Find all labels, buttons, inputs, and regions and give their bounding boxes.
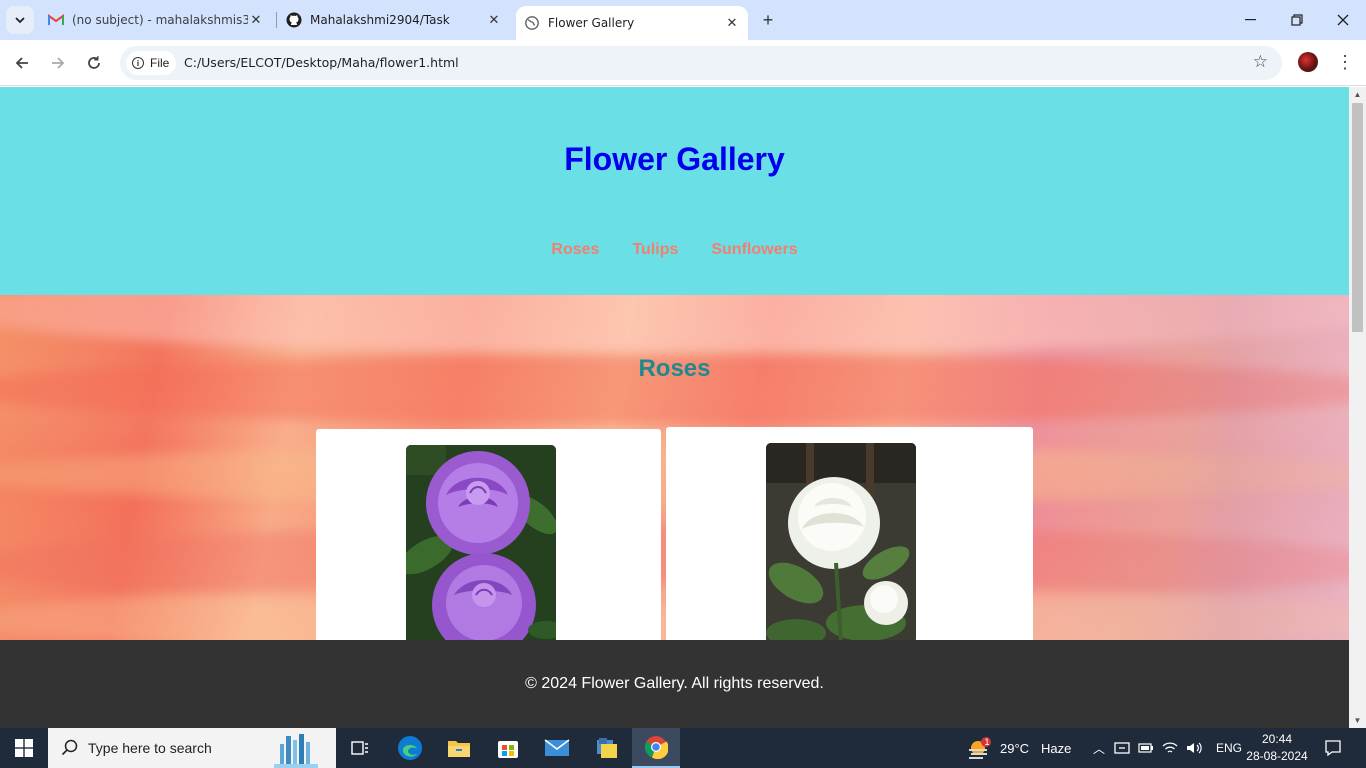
minimize-button[interactable]	[1228, 0, 1274, 40]
address-bar[interactable]: i File C:/Users/ELCOT/Desktop/Maha/flowe…	[120, 46, 1282, 80]
reload-icon	[88, 56, 100, 69]
site-header: Flower Gallery Roses Tulips Sunflowers	[0, 87, 1349, 295]
start-button[interactable]	[0, 728, 48, 768]
tab-search-button[interactable]	[6, 6, 34, 34]
bookmark-star-icon[interactable]: ☆	[1253, 52, 1268, 72]
city-skyline-icon	[274, 734, 318, 768]
background-texture	[0, 295, 260, 640]
scroll-down-icon[interactable]: ▼	[1353, 716, 1362, 725]
url-text[interactable]: C:/Users/ELCOT/Desktop/Maha/flower1.html	[184, 55, 459, 70]
arrow-left-icon	[15, 57, 28, 69]
clock-time: 20:44	[1261, 732, 1293, 746]
notification-center-button[interactable]	[1312, 728, 1354, 768]
mail-icon	[544, 739, 570, 756]
weather-temp: 29°C	[1000, 740, 1030, 756]
weather-condition: Haze	[1041, 740, 1072, 756]
edge-icon	[398, 736, 422, 760]
meet-now-icon[interactable]	[1114, 740, 1130, 756]
close-tab-icon[interactable]: ✕	[248, 12, 264, 28]
weather-badge: 1	[984, 737, 990, 747]
file-explorer-button[interactable]	[435, 728, 483, 768]
plus-icon: +	[762, 9, 774, 30]
nav-link-sunflowers[interactable]: Sunflowers	[711, 241, 797, 259]
windows-logo-icon	[15, 739, 33, 757]
close-window-button[interactable]	[1320, 0, 1366, 40]
chevron-down-icon	[15, 17, 25, 24]
new-tab-button[interactable]: +	[758, 10, 778, 30]
back-button[interactable]	[8, 49, 36, 77]
chrome-taskbar-button[interactable]	[632, 728, 680, 768]
mail-button[interactable]	[533, 728, 581, 768]
tab-title: Mahalakshmi2904/Task	[310, 13, 450, 27]
store-button[interactable]	[484, 728, 532, 768]
notification-icon	[1325, 740, 1341, 757]
flower-card	[316, 429, 661, 640]
clock-date: 28-08-2024	[1246, 749, 1308, 763]
page-viewport: Flower Gallery Roses Tulips Sunflowers R…	[0, 87, 1349, 728]
globe-icon	[524, 15, 540, 31]
purple-rose-photo	[406, 445, 556, 640]
close-tab-icon[interactable]: ✕	[486, 12, 502, 28]
system-tray: ︿ ENG	[1090, 728, 1242, 768]
tab-flower-gallery[interactable]: Flower Gallery ✕	[516, 6, 748, 40]
scroll-up-icon[interactable]: ▲	[1353, 90, 1362, 99]
chrome-icon	[644, 736, 668, 759]
store-icon	[498, 741, 518, 758]
weather-widget[interactable]: 1 29°C Haze	[966, 728, 1071, 768]
nav-link-tulips[interactable]: Tulips	[632, 241, 678, 259]
tab-gmail[interactable]: (no subject) - mahalakshmis370 ✕	[40, 0, 272, 40]
flower-card	[666, 427, 1033, 640]
roses-section: Roses	[0, 295, 1349, 640]
info-icon: i	[132, 57, 144, 69]
browser-menu-icon[interactable]: ⋮	[1336, 50, 1354, 74]
chevron-up-icon[interactable]: ︿	[1090, 740, 1108, 757]
language-indicator[interactable]: ENG	[1216, 741, 1242, 755]
profile-avatar[interactable]	[1298, 52, 1318, 72]
section-title: Roses	[638, 355, 711, 382]
browser-tab-strip: (no subject) - mahalakshmis370 ✕ Mahalak…	[0, 0, 1366, 40]
windows-taskbar: Type here to search 1 29°C Haze ︿ ENG 20…	[0, 728, 1366, 768]
close-icon	[1337, 14, 1349, 26]
nav-link-roses[interactable]: Roses	[551, 241, 599, 259]
task-view-button[interactable]	[336, 728, 384, 768]
taskbar-clock[interactable]: 20:44 28-08-2024	[1246, 731, 1308, 765]
python-button[interactable]	[583, 728, 631, 768]
forward-button[interactable]	[44, 49, 72, 77]
restore-button[interactable]	[1274, 0, 1320, 40]
close-tab-icon[interactable]: ✕	[724, 15, 740, 31]
site-info-label: File	[150, 56, 170, 70]
footer-copyright: © 2024 Flower Gallery. All rights reserv…	[525, 675, 824, 692]
tab-title: Flower Gallery	[548, 16, 635, 30]
reload-button[interactable]	[80, 49, 108, 77]
search-placeholder: Type here to search	[88, 740, 212, 756]
github-icon	[286, 12, 302, 28]
minimize-icon	[1245, 19, 1256, 21]
main-nav: Roses Tulips Sunflowers	[0, 241, 1349, 259]
tab-title: (no subject) - mahalakshmis370	[72, 13, 248, 27]
background-texture	[1050, 295, 1349, 640]
arrow-right-icon	[52, 57, 65, 69]
page-title: Flower Gallery	[564, 141, 785, 177]
edge-taskbar-button[interactable]	[386, 728, 434, 768]
tab-github[interactable]: Mahalakshmi2904/Task ✕	[278, 0, 510, 40]
volume-icon[interactable]	[1186, 741, 1202, 755]
taskbar-search[interactable]: Type here to search	[48, 728, 336, 768]
python-icon	[597, 738, 617, 758]
browser-toolbar: i File C:/Users/ELCOT/Desktop/Maha/flowe…	[0, 40, 1366, 86]
battery-icon[interactable]	[1138, 742, 1154, 754]
wifi-icon[interactable]	[1162, 741, 1178, 755]
gmail-icon	[48, 12, 64, 28]
restore-icon	[1291, 14, 1303, 26]
page-scrollbar[interactable]: ▲ ▼	[1349, 87, 1366, 728]
task-view-icon	[351, 741, 368, 755]
folder-icon	[448, 741, 470, 757]
white-rose-photo	[766, 443, 916, 640]
site-footer: © 2024 Flower Gallery. All rights reserv…	[0, 640, 1349, 728]
search-icon	[61, 739, 78, 756]
scrollbar-thumb[interactable]	[1352, 103, 1363, 332]
tab-separator	[276, 12, 277, 28]
site-info-chip[interactable]: i File	[126, 51, 176, 75]
